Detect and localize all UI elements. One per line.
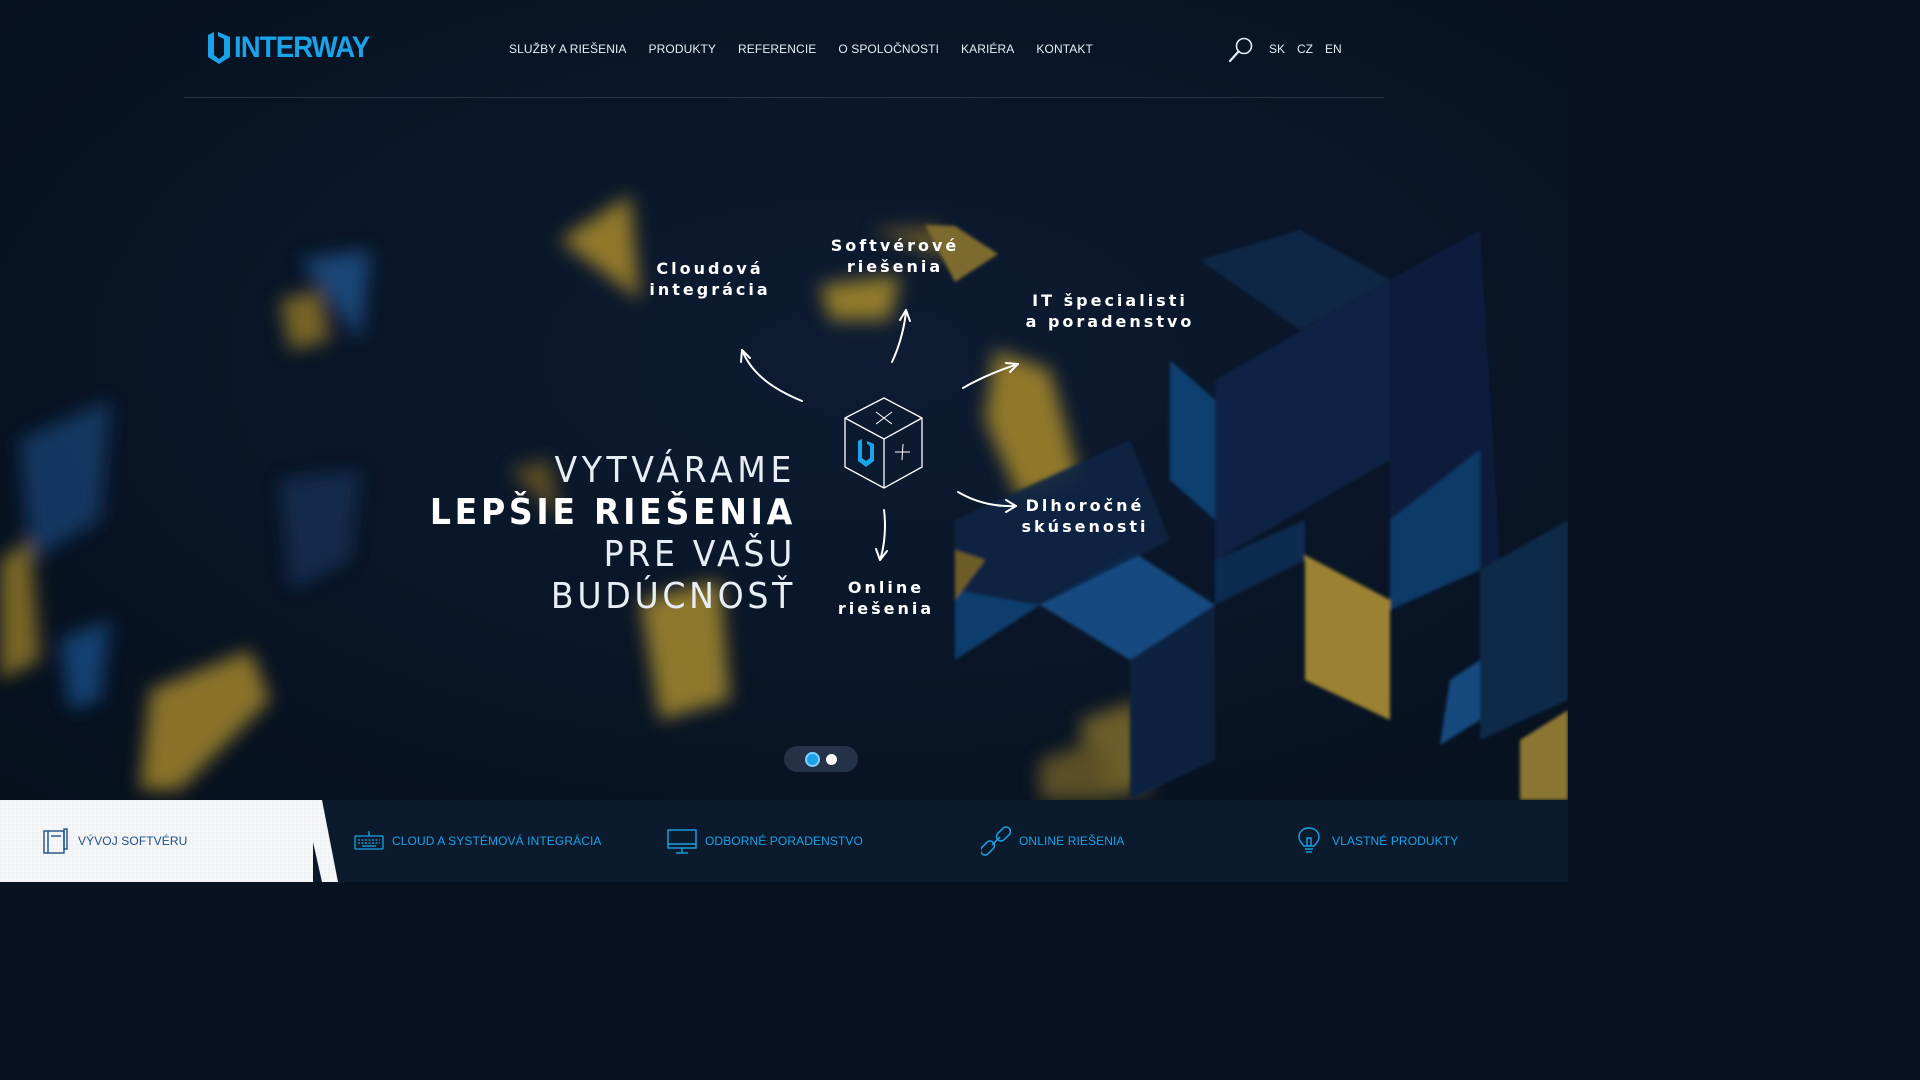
- tab-label: ODBORNÉ PORADENSTVO: [705, 834, 863, 848]
- tab-own-products[interactable]: VLASTNÉ PRODUKTY: [1294, 800, 1458, 882]
- slider-dot-1[interactable]: [805, 751, 820, 767]
- keyboard-icon: [354, 826, 384, 856]
- lightbulb-icon: [1294, 826, 1324, 856]
- tab-label: CLOUD A SYSTÉMOVÁ INTEGRÁCIA: [392, 834, 602, 848]
- slider-dot-2[interactable]: [826, 753, 837, 765]
- tab-software-development[interactable]: VÝVOJ SOFTVÉRU: [40, 800, 187, 882]
- diagram-label-cloud: Cloudová integrácia: [649, 259, 771, 299]
- arrow-cloud: [741, 349, 803, 402]
- hero-line-2: LEPŠIE RIEŠENIA: [429, 492, 796, 533]
- hero-line-3: PRE VAŠU BUDÚCNOSŤ: [550, 534, 796, 617]
- hero-headline: VYTVÁRAME LEPŠIE RIEŠENIA PRE VAŠU BUDÚC…: [330, 450, 796, 618]
- arrow-online: [879, 509, 886, 561]
- diagram-label-software: Softvérové riešenia: [830, 236, 960, 276]
- slider-pagination: [784, 746, 858, 772]
- services-tab-bar: VÝVOJ SOFTVÉRU CLOUD A SYSTÉMOVÁ INTEGRÁ…: [0, 800, 1568, 882]
- tab-consulting[interactable]: ODBORNÉ PORADENSTVO: [667, 800, 863, 882]
- arrow-software: [891, 309, 907, 363]
- hero-line-1: VYTVÁRAME: [554, 450, 796, 491]
- link-icon: [981, 826, 1011, 856]
- services-diagram: [740, 309, 1019, 561]
- tab-label: VLASTNÉ PRODUKTY: [1332, 834, 1459, 848]
- tab-cloud-integration[interactable]: CLOUD A SYSTÉMOVÁ INTEGRÁCIA: [354, 800, 602, 882]
- tab-label: ONLINE RIEŠENIA: [1019, 834, 1125, 848]
- notebook-icon: [40, 826, 70, 856]
- tab-online-solutions[interactable]: ONLINE RIEŠENIA: [981, 800, 1125, 882]
- tab-label: VÝVOJ SOFTVÉRU: [78, 834, 188, 848]
- diagram-label-experience: Dlhoročné skúsenosti: [1021, 496, 1149, 536]
- diagram-label-online: Online riešenia: [837, 578, 935, 618]
- arrow-it: [962, 363, 1019, 389]
- diagram-label-it: IT špecialisti a poradenstvo: [1025, 291, 1195, 331]
- arrow-experience: [957, 491, 1017, 508]
- monitor-icon: [667, 826, 697, 856]
- cube-logo-icon: [844, 397, 923, 489]
